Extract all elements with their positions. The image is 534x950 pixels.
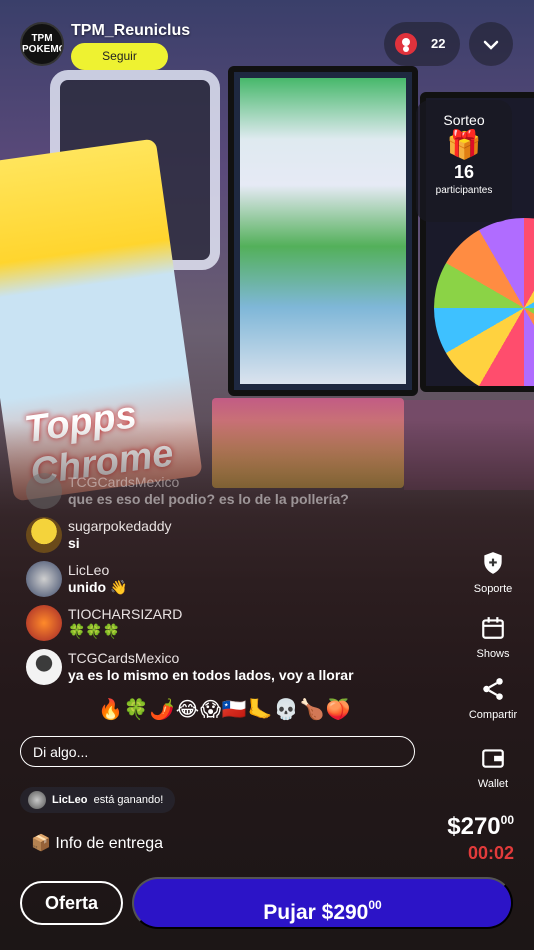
chat-username: sugarpokedaddy <box>68 518 172 534</box>
offer-button[interactable]: Oferta <box>20 881 123 925</box>
chat-text: unido 👋 <box>68 579 128 595</box>
reaction-bar[interactable]: 🔥🍀🌶️😂😱🇨🇱🦶💀🍗🍑 <box>98 697 351 722</box>
shows-label: Shows <box>476 648 510 660</box>
winner-avatar <box>28 791 46 810</box>
user-avatar <box>26 605 62 641</box>
share-icon <box>483 678 503 700</box>
chat-username: TCGCardsMexico <box>68 650 180 666</box>
viewer-count-badge[interactable]: 22 <box>384 22 460 66</box>
chevron-down-icon <box>483 40 499 50</box>
gift-icon: 🎁 <box>446 129 482 160</box>
delivery-info-link[interactable]: 📦 Info de entrega <box>31 833 163 853</box>
chat-text: que es eso del podio? es lo de la poller… <box>68 491 349 507</box>
share-action[interactable]: Compartir <box>461 676 525 721</box>
chat-message: TCGCardsMexico que es eso del podio? es … <box>26 473 426 513</box>
support-action[interactable]: Soporte <box>461 550 525 595</box>
chat-username: TCGCardsMexico <box>68 474 180 490</box>
raffle-count: 16 <box>453 162 475 182</box>
chat-message: TIOCHARSIZARD 🍀🍀🍀 <box>26 605 426 645</box>
follow-button[interactable]: Seguir <box>71 43 168 70</box>
winner-text: está ganando! <box>93 794 164 806</box>
wallet-label: Wallet <box>477 778 509 790</box>
prize-wheel <box>434 218 534 386</box>
support-label: Soporte <box>473 583 513 595</box>
viewer-count: 22 <box>431 36 446 51</box>
streamer-username[interactable]: TPM_Reuniclus <box>71 22 190 40</box>
user-avatar <box>26 517 62 553</box>
bid-label: Pujar $290 <box>263 901 369 924</box>
winning-bidder-badge: LicLeo está ganando! <box>20 787 176 813</box>
collapse-button[interactable] <box>469 22 513 66</box>
raffle-title: Sorteo <box>443 112 485 128</box>
chat-text: ya es lo mismo en todos lados, voy a llo… <box>68 667 354 683</box>
shield-plus-icon <box>484 552 502 574</box>
price-amount: $27000 <box>447 813 514 840</box>
wallet-action[interactable]: Wallet <box>461 745 525 790</box>
bid-cents: 00 <box>368 898 382 912</box>
chat-text: si <box>68 535 80 551</box>
monitor-screen <box>228 66 418 396</box>
chat-message: LicLeo unido 👋 <box>26 561 426 601</box>
current-price: $27000 00:02 <box>447 813 514 864</box>
chat-message: TCGCardsMexico ya es lo mismo en todos l… <box>26 649 426 689</box>
bid-button[interactable]: Pujar $29000 <box>132 877 513 929</box>
share-label: Compartir <box>468 709 518 721</box>
chat-text: 🍀🍀🍀 <box>68 623 121 639</box>
shows-action[interactable]: Shows <box>461 615 525 660</box>
auction-timer: 00:02 <box>467 843 514 863</box>
calendar-icon <box>482 617 504 639</box>
chat-username: LicLeo <box>68 562 110 578</box>
chat-username: TIOCHARSIZARD <box>68 606 183 622</box>
wallet-icon <box>482 749 504 768</box>
chat-message: sugarpokedaddy si <box>26 517 426 557</box>
raffle-label: participantes <box>435 185 493 196</box>
streamer-avatar[interactable]: TPM POKEMON <box>20 22 64 66</box>
user-avatar <box>26 473 62 509</box>
viewer-icon <box>395 33 417 55</box>
user-avatar <box>26 649 62 685</box>
user-avatar <box>26 561 62 597</box>
winner-username: LicLeo <box>52 794 88 806</box>
raffle-card[interactable]: Sorteo 🎁 16 participantes <box>416 100 512 222</box>
chat-input[interactable] <box>20 736 415 767</box>
